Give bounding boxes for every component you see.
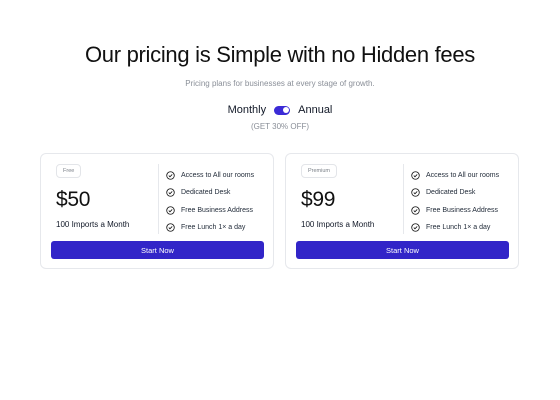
check-circle-icon	[166, 171, 175, 180]
billing-toggle: Monthly Annual	[0, 104, 560, 116]
feature-label: Free Lunch 1× a day	[426, 224, 491, 232]
feature-list: Access to All our rooms Dedicated Desk F…	[411, 167, 499, 236]
feature-label: Access to All our rooms	[181, 172, 255, 180]
card-divider	[403, 164, 404, 234]
start-now-button[interactable]: Start Now	[296, 241, 509, 259]
plan-price: $99	[301, 188, 336, 211]
feature-item: Free Lunch 1× a day	[411, 219, 499, 236]
plan-badge: Free	[56, 164, 82, 178]
feature-item: Access to All our rooms	[166, 167, 254, 184]
feature-label: Access to All our rooms	[426, 172, 500, 180]
feature-item: Dedicated Desk	[166, 184, 254, 201]
page-subtitle: Pricing plans for businesses at every st…	[185, 79, 375, 88]
check-circle-icon	[166, 223, 175, 232]
check-circle-icon	[411, 188, 420, 198]
switch-knob	[282, 107, 289, 113]
card-divider	[158, 164, 159, 234]
feature-list: Access to All our rooms Dedicated Desk F…	[166, 167, 254, 236]
feature-item: Dedicated Desk	[411, 184, 499, 201]
feature-label: Free Business Address	[426, 206, 498, 214]
feature-item: Free Business Address	[411, 202, 499, 219]
feature-label: Free Business Address	[181, 206, 253, 214]
discount-note: (GET 30% OFF)	[250, 122, 310, 131]
check-circle-icon	[166, 206, 175, 215]
feature-item: Free Lunch 1× a day	[166, 219, 254, 236]
pricing-page: Our pricing is Simple with no Hidden fee…	[0, 0, 560, 400]
check-circle-icon	[411, 206, 420, 215]
billing-switch[interactable]	[274, 105, 291, 115]
plan-card-free: Free $50 100 Imports a Month Access to A…	[40, 153, 274, 269]
plan-imports: 100 Imports a Month	[301, 220, 375, 229]
annual-label[interactable]: Annual	[298, 104, 332, 116]
plan-imports: 100 Imports a Month	[56, 220, 130, 229]
feature-label: Dedicated Desk	[426, 189, 476, 197]
check-circle-icon	[411, 223, 420, 232]
monthly-label[interactable]: Monthly	[228, 104, 267, 116]
page-title: Our pricing is Simple with no Hidden fee…	[85, 42, 475, 67]
plan-badge: Premium	[301, 164, 338, 178]
plan-price: $50	[56, 188, 91, 211]
check-circle-icon	[166, 188, 175, 198]
feature-item: Free Business Address	[166, 202, 254, 219]
feature-label: Dedicated Desk	[181, 189, 231, 197]
feature-label: Free Lunch 1× a day	[181, 224, 246, 232]
feature-item: Access to All our rooms	[411, 167, 499, 184]
check-circle-icon	[411, 171, 420, 180]
plan-card-premium: Premium $99 100 Imports a Month Access t…	[285, 153, 519, 269]
start-now-button[interactable]: Start Now	[51, 241, 264, 259]
